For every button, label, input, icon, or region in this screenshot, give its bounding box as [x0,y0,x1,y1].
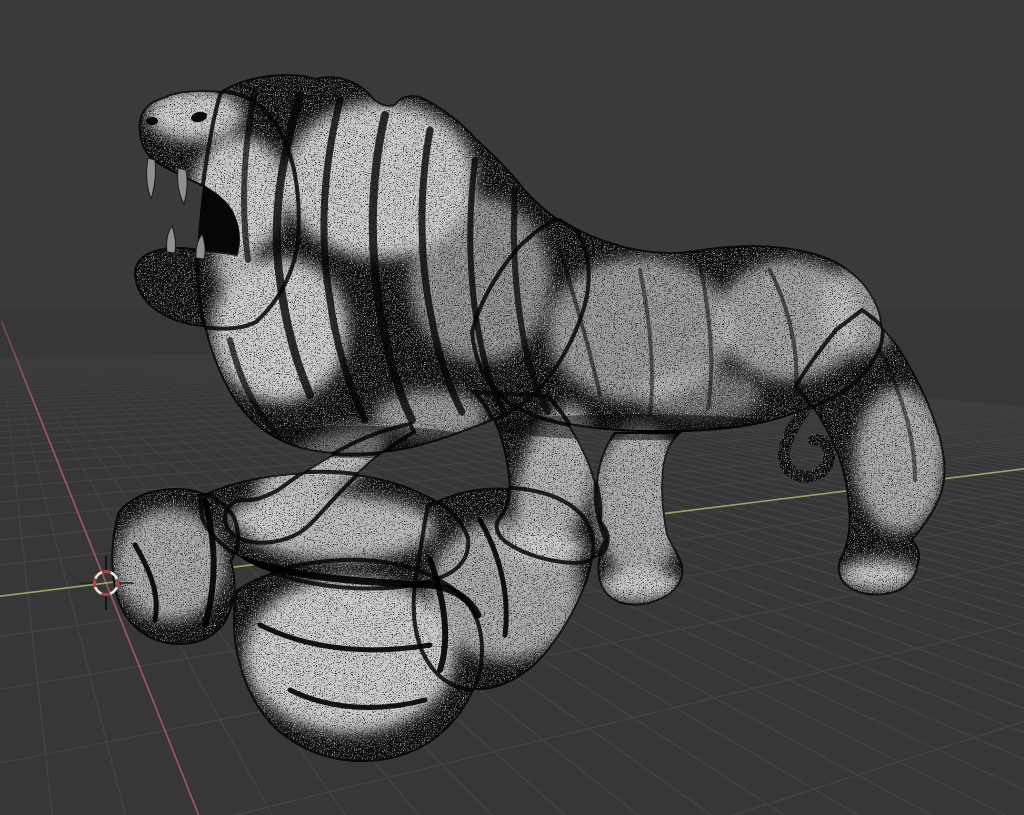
nostril [146,117,158,125]
scene-canvas [0,0,1024,815]
viewport-3d[interactable] [0,0,1024,815]
